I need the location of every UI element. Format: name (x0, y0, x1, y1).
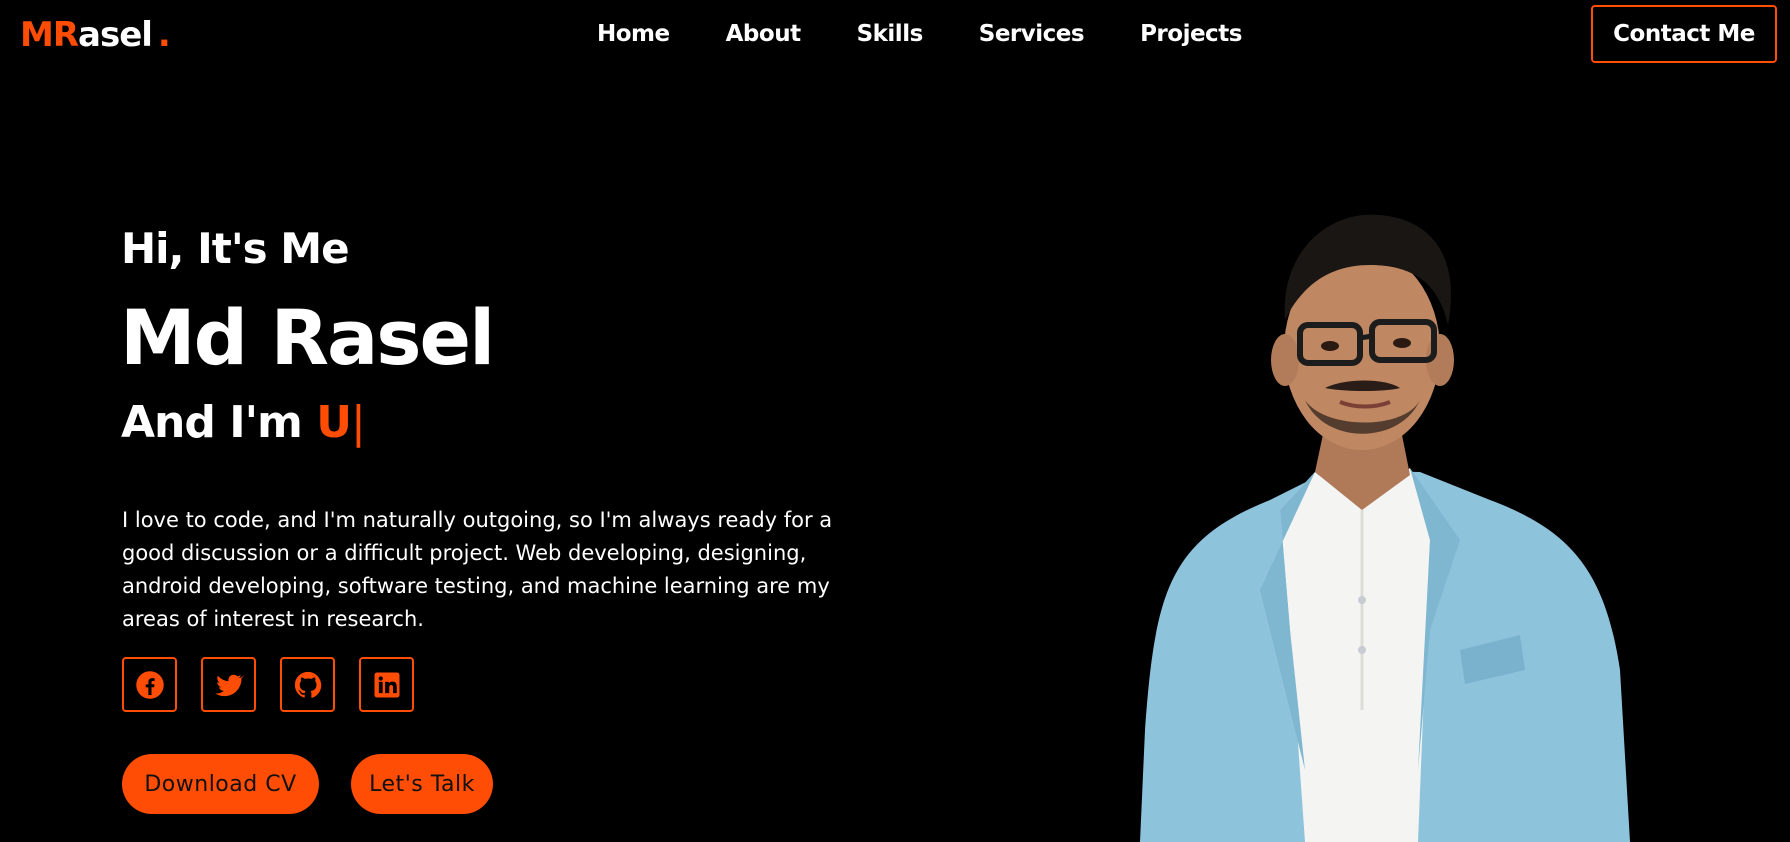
profile-photo (1100, 210, 1640, 842)
main-nav: Home About Skills Services Projects (597, 21, 1298, 47)
lets-talk-button[interactable]: Let's Talk (351, 754, 493, 814)
nav-skills[interactable]: Skills (857, 21, 924, 47)
profile-portrait-illustration (1140, 214, 1630, 842)
hero-name: Md Rasel (120, 293, 495, 382)
facebook-link[interactable] (122, 657, 177, 712)
nav-about[interactable]: About (726, 21, 801, 47)
logo[interactable]: MRasel. (20, 15, 171, 55)
hero-greeting: Hi, It's Me (121, 224, 350, 273)
hero-actions: Download CV Let's Talk (122, 754, 525, 814)
hero-role-prefix: And I'm (121, 397, 303, 448)
download-cv-button[interactable]: Download CV (122, 754, 319, 814)
contact-me-button[interactable]: Contact Me (1591, 5, 1777, 63)
logo-dot: . (157, 15, 171, 55)
site-header: MRasel. Home About Skills Services Proje… (0, 0, 1790, 72)
github-link[interactable] (280, 657, 335, 712)
logo-text: asel (78, 15, 153, 55)
nav-services[interactable]: Services (979, 21, 1085, 47)
hero-role-typed: U (316, 397, 352, 448)
hero-description: I love to code, and I'm naturally outgoi… (122, 508, 833, 631)
nav-projects[interactable]: Projects (1140, 21, 1242, 47)
github-icon (294, 671, 321, 698)
logo-accent: MR (20, 15, 79, 55)
nav-home[interactable]: Home (597, 21, 670, 47)
linkedin-icon (374, 672, 399, 697)
linkedin-link[interactable] (359, 657, 414, 712)
typing-cursor: | (350, 397, 366, 448)
twitter-icon (214, 674, 244, 696)
hero-role: And I'm U| (121, 397, 366, 448)
social-links (122, 657, 438, 712)
facebook-icon (135, 670, 164, 699)
twitter-link[interactable] (201, 657, 256, 712)
